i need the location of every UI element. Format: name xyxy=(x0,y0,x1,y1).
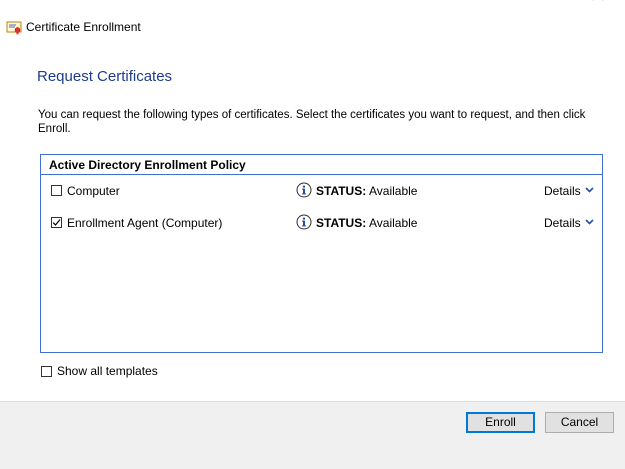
certificate-name: Computer xyxy=(67,184,120,198)
enrollment-agent-checkbox[interactable] xyxy=(51,217,62,228)
status-value: Available xyxy=(369,184,418,198)
computer-checkbox[interactable] xyxy=(51,185,62,196)
close-icon[interactable] xyxy=(591,0,605,2)
cancel-button[interactable]: Cancel xyxy=(545,412,614,433)
status-label: STATUS: xyxy=(316,184,367,198)
page-heading: Request Certificates xyxy=(37,68,173,85)
certificate-icon xyxy=(6,21,22,35)
window-controls xyxy=(531,0,611,4)
enrollment-policy-panel: Active Directory Enrollment Policy Compu… xyxy=(40,154,603,353)
chevron-down-icon[interactable] xyxy=(585,187,594,193)
enroll-button[interactable]: Enroll xyxy=(466,412,535,433)
window-title: Certificate Enrollment xyxy=(26,20,141,34)
status-label: STATUS: xyxy=(316,216,367,230)
dialog-footer: Enroll Cancel xyxy=(0,401,625,469)
details-link[interactable]: Details xyxy=(544,184,581,198)
certificate-row-computer: Computer STATUS: Available Details xyxy=(41,179,602,203)
checkmark-icon xyxy=(52,219,61,226)
policy-header: Active Directory Enrollment Policy xyxy=(41,155,602,175)
page-description: You can request the following types of c… xyxy=(38,109,586,135)
details-link[interactable]: Details xyxy=(544,216,581,230)
show-all-templates-checkbox[interactable] xyxy=(41,366,52,377)
policy-title: Active Directory Enrollment Policy xyxy=(49,158,246,172)
certificate-name: Enrollment Agent (Computer) xyxy=(67,216,223,230)
chevron-down-icon[interactable] xyxy=(585,219,594,225)
certificate-row-enrollment-agent: Enrollment Agent (Computer) STATUS: Avai… xyxy=(41,211,602,235)
info-icon xyxy=(296,214,312,230)
status-value: Available xyxy=(369,216,418,230)
info-icon xyxy=(296,182,312,198)
show-all-templates-option[interactable]: Show all templates xyxy=(40,364,170,380)
show-all-templates-label[interactable]: Show all templates xyxy=(57,364,158,378)
